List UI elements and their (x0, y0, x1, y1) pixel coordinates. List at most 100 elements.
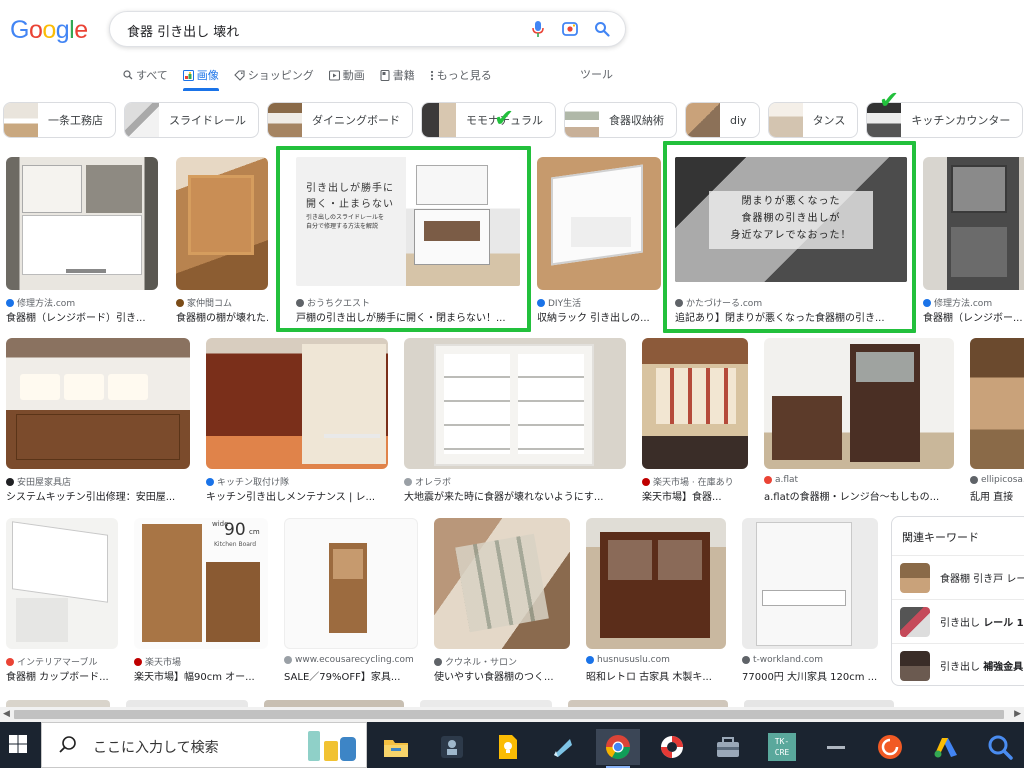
scroll-left-icon[interactable]: ◀ (3, 709, 10, 719)
search-box[interactable]: 食器 引き出し 壊れ (109, 11, 626, 47)
result-source[interactable]: インテリアマーブル (6, 655, 118, 668)
image-result[interactable]: ellipicosa... 乱用 直接 (970, 338, 1024, 504)
tab-more[interactable]: もっと見る (430, 60, 492, 90)
result-title[interactable]: キッチン引き出しメンテナンス | レ... (206, 488, 388, 503)
result-title[interactable]: 楽天市場】食器... (642, 488, 748, 503)
tab-all[interactable]: すべて (123, 60, 168, 90)
result-thumbnail[interactable] (434, 518, 570, 649)
scrollbar-thumb[interactable] (14, 710, 1004, 719)
result-title[interactable]: システムキッチン引出修理：安田屋... (6, 488, 190, 503)
chip[interactable]: ダイニングボード (267, 102, 413, 138)
windows-start-icon[interactable] (8, 734, 28, 758)
result-thumbnail[interactable] (742, 518, 878, 649)
result-thumbnail[interactable] (284, 518, 418, 649)
result-source[interactable]: t-workland.com (742, 655, 878, 665)
chip[interactable]: スライドレール (124, 102, 259, 138)
image-result[interactable]: オレラボ 大地震が来た時に食器が壊れないようにす... (404, 338, 626, 504)
result-thumbnail[interactable] (642, 338, 748, 469)
image-result[interactable]: 修理方法.com 食器棚（レンジボー... (923, 157, 1024, 327)
result-title[interactable]: 食器棚（レンジボー... (923, 309, 1024, 324)
result-title[interactable]: 昭和レトロ 古家具 木製キ... (586, 668, 726, 683)
result-source[interactable]: 修理方法.com (923, 296, 1024, 309)
image-result[interactable]: www.ecousarecycling.com SALE／79%OFF】家具..… (284, 518, 418, 684)
image-result[interactable]: DIY生活 収納ラック 引き出しの... (537, 157, 661, 327)
related-item[interactable]: 引き出し 補強金具 (892, 643, 1024, 685)
result-title[interactable]: 食器棚 カップボード... (6, 668, 118, 683)
image-result[interactable]: 修理方法.com 食器棚（レンジボード）引き... (6, 157, 158, 327)
result-source[interactable]: 楽天市場 (134, 655, 268, 668)
result-source[interactable]: かたづけーる.com (675, 296, 907, 309)
result-title[interactable]: 戸棚の引き出しが勝手に開く・閉まらない！... (296, 309, 520, 324)
notepad-icon[interactable] (540, 729, 584, 765)
result-title[interactable]: 追記あり】閉まりが悪くなった食器棚の引き... (675, 309, 907, 324)
chip[interactable]: 一条工務店 (3, 102, 116, 138)
google-keep-icon[interactable] (486, 729, 530, 765)
result-source[interactable]: 家仲間コム (176, 296, 268, 309)
image-result[interactable]: インテリアマーブル 食器棚 カップボード... (6, 518, 118, 684)
chrome-icon[interactable] (596, 729, 640, 768)
image-result[interactable]: 引き出しが勝手に 開く・止まらない 引き出しのスライドレールを 自分で修理する方… (296, 157, 520, 327)
image-result[interactable]: 安田屋家具店 システムキッチン引出修理：安田屋... (6, 338, 190, 504)
image-result[interactable]: クウネル・サロン 使いやすい食器棚のつく... (434, 518, 570, 684)
result-title[interactable]: 収納ラック 引き出しの... (537, 309, 661, 324)
taskbar-search[interactable]: ここに入力して検索 (41, 722, 367, 768)
tools-button[interactable]: ツール (580, 66, 613, 82)
result-thumbnail[interactable] (6, 157, 158, 290)
result-source[interactable]: DIY生活 (537, 296, 661, 309)
result-title[interactable]: 食器棚の棚が壊れた... (176, 309, 268, 324)
result-source[interactable]: ellipicosa... (970, 475, 1024, 485)
result-thumbnail[interactable]: wide 90 cm Kitchen Board (134, 518, 268, 649)
chip[interactable]: 食器収納術 (564, 102, 677, 138)
result-thumbnail[interactable] (586, 518, 726, 649)
microphone-icon[interactable] (527, 18, 549, 40)
result-source[interactable]: 楽天市場 · 在庫あり (642, 475, 748, 488)
result-thumbnail[interactable] (206, 338, 388, 469)
result-source[interactable]: クウネル・サロン (434, 655, 570, 668)
result-title[interactable]: 乱用 直接 (970, 488, 1024, 503)
result-source[interactable]: 安田屋家具店 (6, 475, 190, 488)
image-result[interactable]: 楽天市場 · 在庫あり 楽天市場】食器... (642, 338, 748, 504)
tab-shopping[interactable]: ショッピング (234, 60, 314, 90)
result-title[interactable]: a.flatの食器棚・レンジ台〜もしもの... (764, 488, 954, 503)
tab-books[interactable]: 書籍 (380, 60, 415, 90)
google-ads-icon[interactable] (924, 729, 968, 765)
result-title[interactable]: 77000円 大川家具 120cm ... (742, 668, 878, 683)
chip[interactable]: diy (685, 102, 760, 138)
result-thumbnail[interactable] (764, 338, 954, 469)
result-thumbnail[interactable] (404, 338, 626, 469)
search-icon[interactable] (591, 18, 613, 40)
chip[interactable]: モモナチュラル (421, 102, 556, 138)
tk-cre-app-icon[interactable]: TK- CRE (760, 729, 804, 765)
google-logo[interactable]: Google (10, 16, 88, 45)
result-thumbnail[interactable] (537, 157, 661, 290)
magnifier-app-icon[interactable] (978, 729, 1022, 765)
scroll-right-icon[interactable]: ▶ (1014, 709, 1021, 719)
image-result[interactable]: wide 90 cm Kitchen Board 楽天市場 楽天市場】幅90cm… (134, 518, 268, 684)
result-source[interactable]: www.ecousarecycling.com (284, 655, 418, 665)
image-result[interactable]: 閉まりが悪くなった 食器棚の引き出しが 身近なアレでなおった！ かたづけーる.c… (675, 157, 907, 327)
image-result[interactable]: t-workland.com 77000円 大川家具 120cm ... (742, 518, 878, 684)
related-item[interactable]: 引き出し レール 1( (892, 599, 1024, 643)
search-input[interactable]: 食器 引き出し 壊れ (127, 21, 239, 40)
image-result[interactable]: a.flat a.flatの食器棚・レンジ台〜もしもの... (764, 338, 954, 504)
result-thumbnail[interactable] (176, 157, 268, 290)
result-source[interactable]: 修理方法.com (6, 296, 158, 309)
result-thumbnail[interactable]: 引き出しが勝手に 開く・止まらない 引き出しのスライドレールを 自分で修理する方… (296, 157, 520, 286)
result-source[interactable]: キッチン取付け隊 (206, 475, 388, 488)
result-source[interactable]: husnususlu.com (586, 655, 726, 665)
chip[interactable]: タンス (767, 102, 859, 138)
result-title[interactable]: 大地震が来た時に食器が壊れないようにす... (404, 488, 626, 503)
result-source[interactable]: a.flat (764, 475, 954, 485)
image-result[interactable]: husnususlu.com 昭和レトロ 古家具 木製キ... (586, 518, 726, 684)
result-title[interactable]: 使いやすい食器棚のつく... (434, 668, 570, 683)
image-result[interactable]: 家仲間コム 食器棚の棚が壊れた... (176, 157, 268, 327)
clock-app-icon[interactable] (868, 729, 912, 765)
result-title[interactable]: 食器棚（レンジボード）引き... (6, 309, 158, 324)
tab-videos[interactable]: 動画 (328, 60, 365, 90)
result-title[interactable]: SALE／79%OFF】家具... (284, 668, 418, 683)
related-item[interactable]: 食器棚 引き戸 レー (892, 555, 1024, 599)
result-thumbnail[interactable] (923, 157, 1024, 290)
result-thumbnail[interactable] (970, 338, 1024, 469)
lifebuoy-icon[interactable] (650, 729, 694, 765)
result-source[interactable]: オレラボ (404, 475, 626, 488)
